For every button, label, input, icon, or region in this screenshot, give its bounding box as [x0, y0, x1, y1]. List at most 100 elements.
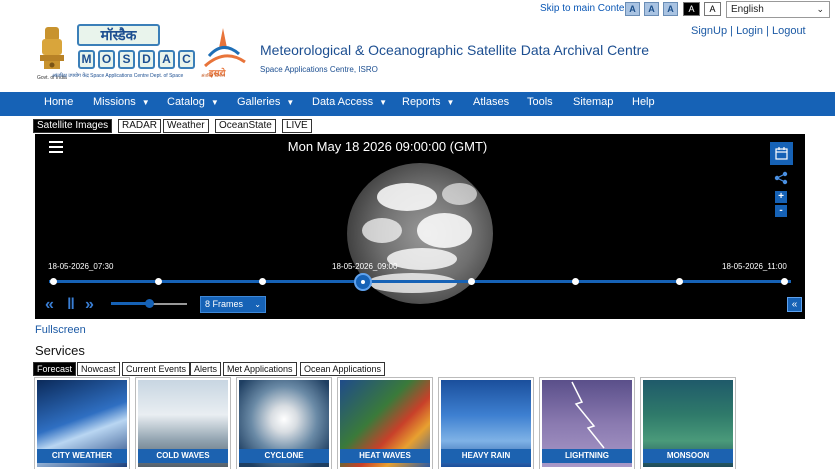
- timeline-frame[interactable]: [572, 278, 579, 285]
- service-card-heat-waves[interactable]: HEAT WAVES: [337, 377, 433, 469]
- tab-oceanstate[interactable]: OceanState: [215, 119, 276, 133]
- calendar-button[interactable]: [770, 142, 793, 165]
- time-end-label: 18-05-2026_11:00: [722, 262, 787, 271]
- logo-letter-c: C: [178, 50, 195, 69]
- site-subtitle: Space Applications Centre, ISRO: [260, 65, 378, 74]
- tab-weather[interactable]: Weather: [163, 119, 209, 133]
- forward-button[interactable]: »: [85, 296, 94, 314]
- normal-contrast-button[interactable]: A: [704, 2, 721, 16]
- nav-galleries-label: Galleries: [237, 96, 281, 108]
- services-tab-forecast[interactable]: Forecast: [33, 362, 77, 376]
- timeline-frame[interactable]: [676, 278, 683, 285]
- nav-catalog[interactable]: Catalog ▼: [167, 96, 219, 108]
- high-contrast-button[interactable]: A: [683, 2, 700, 16]
- logo-letter-d: D: [138, 50, 155, 69]
- accessibility-bar: Skip to main Content A A A A A English ⌄: [0, 0, 835, 20]
- service-card-lightning[interactable]: LIGHTNING: [539, 377, 635, 469]
- nav-atlases[interactable]: Atlases: [473, 96, 509, 108]
- logo-letter-m: M: [78, 50, 95, 69]
- zoom-in-button[interactable]: +: [775, 191, 787, 203]
- timeline-frame[interactable]: [50, 278, 57, 285]
- services-heading: Services: [35, 343, 85, 358]
- nav-sitemap[interactable]: Sitemap: [573, 96, 613, 108]
- font-increase-button[interactable]: A: [663, 2, 678, 16]
- service-card-label: HEAVY RAIN: [441, 449, 531, 463]
- site-title: Meteorological & Oceanographic Satellite…: [260, 42, 650, 58]
- share-icon[interactable]: [774, 171, 788, 185]
- login-link[interactable]: Login: [736, 25, 763, 37]
- logo-subtitle: आंतरिक्ष उपयोग केंद्र Space Applications…: [52, 73, 184, 79]
- service-card-cold-waves[interactable]: COLD WAVES: [135, 377, 231, 469]
- service-card-heavy-rain[interactable]: HEAVY RAIN: [438, 377, 534, 469]
- chevron-down-icon: ⌄: [816, 4, 824, 14]
- mosdac-logo-hindi[interactable]: मॉस्डैक: [77, 24, 160, 46]
- skip-to-content-link[interactable]: Skip to main Content: [540, 3, 633, 14]
- national-emblem-icon: [40, 27, 64, 69]
- nav-reports-label: Reports: [402, 96, 441, 108]
- service-card-city-weather[interactable]: CITY WEATHER: [34, 377, 130, 469]
- nav-tools[interactable]: Tools: [527, 96, 553, 108]
- timeline-frame[interactable]: [468, 278, 475, 285]
- main-nav: Home Missions ▼ Catalog ▼ Galleries ▼ Data …: [0, 92, 835, 116]
- timeline-handle[interactable]: [354, 273, 372, 291]
- tab-live[interactable]: LIVE: [282, 119, 312, 133]
- logo-letter-s: S: [118, 50, 135, 69]
- caret-down-icon: ▼: [379, 98, 388, 107]
- fullscreen-link[interactable]: Fullscreen: [35, 324, 86, 336]
- service-card-cyclone[interactable]: CYCLONE: [236, 377, 332, 469]
- timeline-frame[interactable]: [155, 278, 162, 285]
- logo-letter-a: A: [158, 50, 175, 69]
- satellite-image-viewer[interactable]: Mon May 18 2026 09:00:00 (GMT) + - 18-05…: [35, 134, 805, 319]
- logo-letter-o: O: [98, 50, 115, 69]
- rewind-button[interactable]: «: [45, 296, 54, 314]
- services-tab-ocean-applications[interactable]: Ocean Applications: [300, 362, 386, 376]
- nav-galleries[interactable]: Galleries ▼: [237, 96, 294, 108]
- calendar-icon: [775, 147, 788, 160]
- services-tab-current-events[interactable]: Current Events: [122, 362, 191, 376]
- nav-data-access[interactable]: Data Access ▼: [312, 96, 387, 108]
- service-card-label: COLD WAVES: [138, 449, 228, 463]
- nav-home-label: Home: [44, 96, 74, 108]
- language-select[interactable]: English ⌄: [726, 1, 830, 18]
- chevron-down-icon: ⌄: [254, 300, 261, 309]
- timeline-frame[interactable]: [781, 278, 788, 285]
- frames-select[interactable]: 8 Frames ⌄: [200, 296, 266, 313]
- logout-link[interactable]: Logout: [772, 25, 806, 37]
- signup-link[interactable]: SignUp: [691, 25, 727, 37]
- nav-reports[interactable]: Reports ▼: [402, 96, 454, 108]
- separator: |: [766, 25, 769, 37]
- tab-satellite-images[interactable]: Satellite Images: [33, 119, 113, 133]
- service-card-monsoon[interactable]: MONSOON: [640, 377, 736, 469]
- language-select-value: English: [731, 4, 764, 15]
- zoom-out-button[interactable]: -: [775, 205, 787, 217]
- nav-sitemap-label: Sitemap: [573, 96, 614, 108]
- timeline-frame[interactable]: [259, 278, 266, 285]
- caret-down-icon: ▼: [446, 98, 455, 107]
- speed-slider-handle[interactable]: [145, 299, 154, 308]
- service-card-label: HEAT WAVES: [340, 449, 430, 463]
- isro-logo-icon: इसरो: [203, 28, 246, 78]
- nav-atlases-label: Atlases: [473, 96, 510, 108]
- services-tab-nowcast[interactable]: Nowcast: [77, 362, 120, 376]
- pause-button[interactable]: ‖: [67, 296, 75, 314]
- nav-catalog-label: Catalog: [167, 96, 205, 108]
- services-tab-met-applications[interactable]: Met Applications: [223, 362, 297, 376]
- nav-tools-label: Tools: [527, 96, 553, 108]
- time-current-label: 18-05-2026_09:00: [332, 262, 398, 271]
- nav-missions-label: Missions: [93, 96, 136, 108]
- collapse-panel-button[interactable]: «: [787, 297, 802, 312]
- nav-home[interactable]: Home: [44, 96, 73, 108]
- nav-help-label: Help: [632, 96, 655, 108]
- font-normal-button[interactable]: A: [644, 2, 659, 16]
- tab-radar[interactable]: RADAR: [118, 119, 162, 133]
- service-card-label: LIGHTNING: [542, 449, 632, 463]
- isro-caption: अंतरिक्ष विभाग: [201, 73, 226, 78]
- time-start-label: 18-05-2026_07:30: [48, 262, 114, 271]
- nav-help[interactable]: Help: [632, 96, 655, 108]
- font-decrease-button[interactable]: A: [625, 2, 640, 16]
- nav-missions[interactable]: Missions ▼: [93, 96, 150, 108]
- services-tab-alerts[interactable]: Alerts: [190, 362, 222, 376]
- caret-down-icon: ▼: [286, 98, 295, 107]
- image-datetime: Mon May 18 2026 09:00:00 (GMT): [287, 139, 488, 154]
- service-card-label: MONSOON: [643, 449, 733, 463]
